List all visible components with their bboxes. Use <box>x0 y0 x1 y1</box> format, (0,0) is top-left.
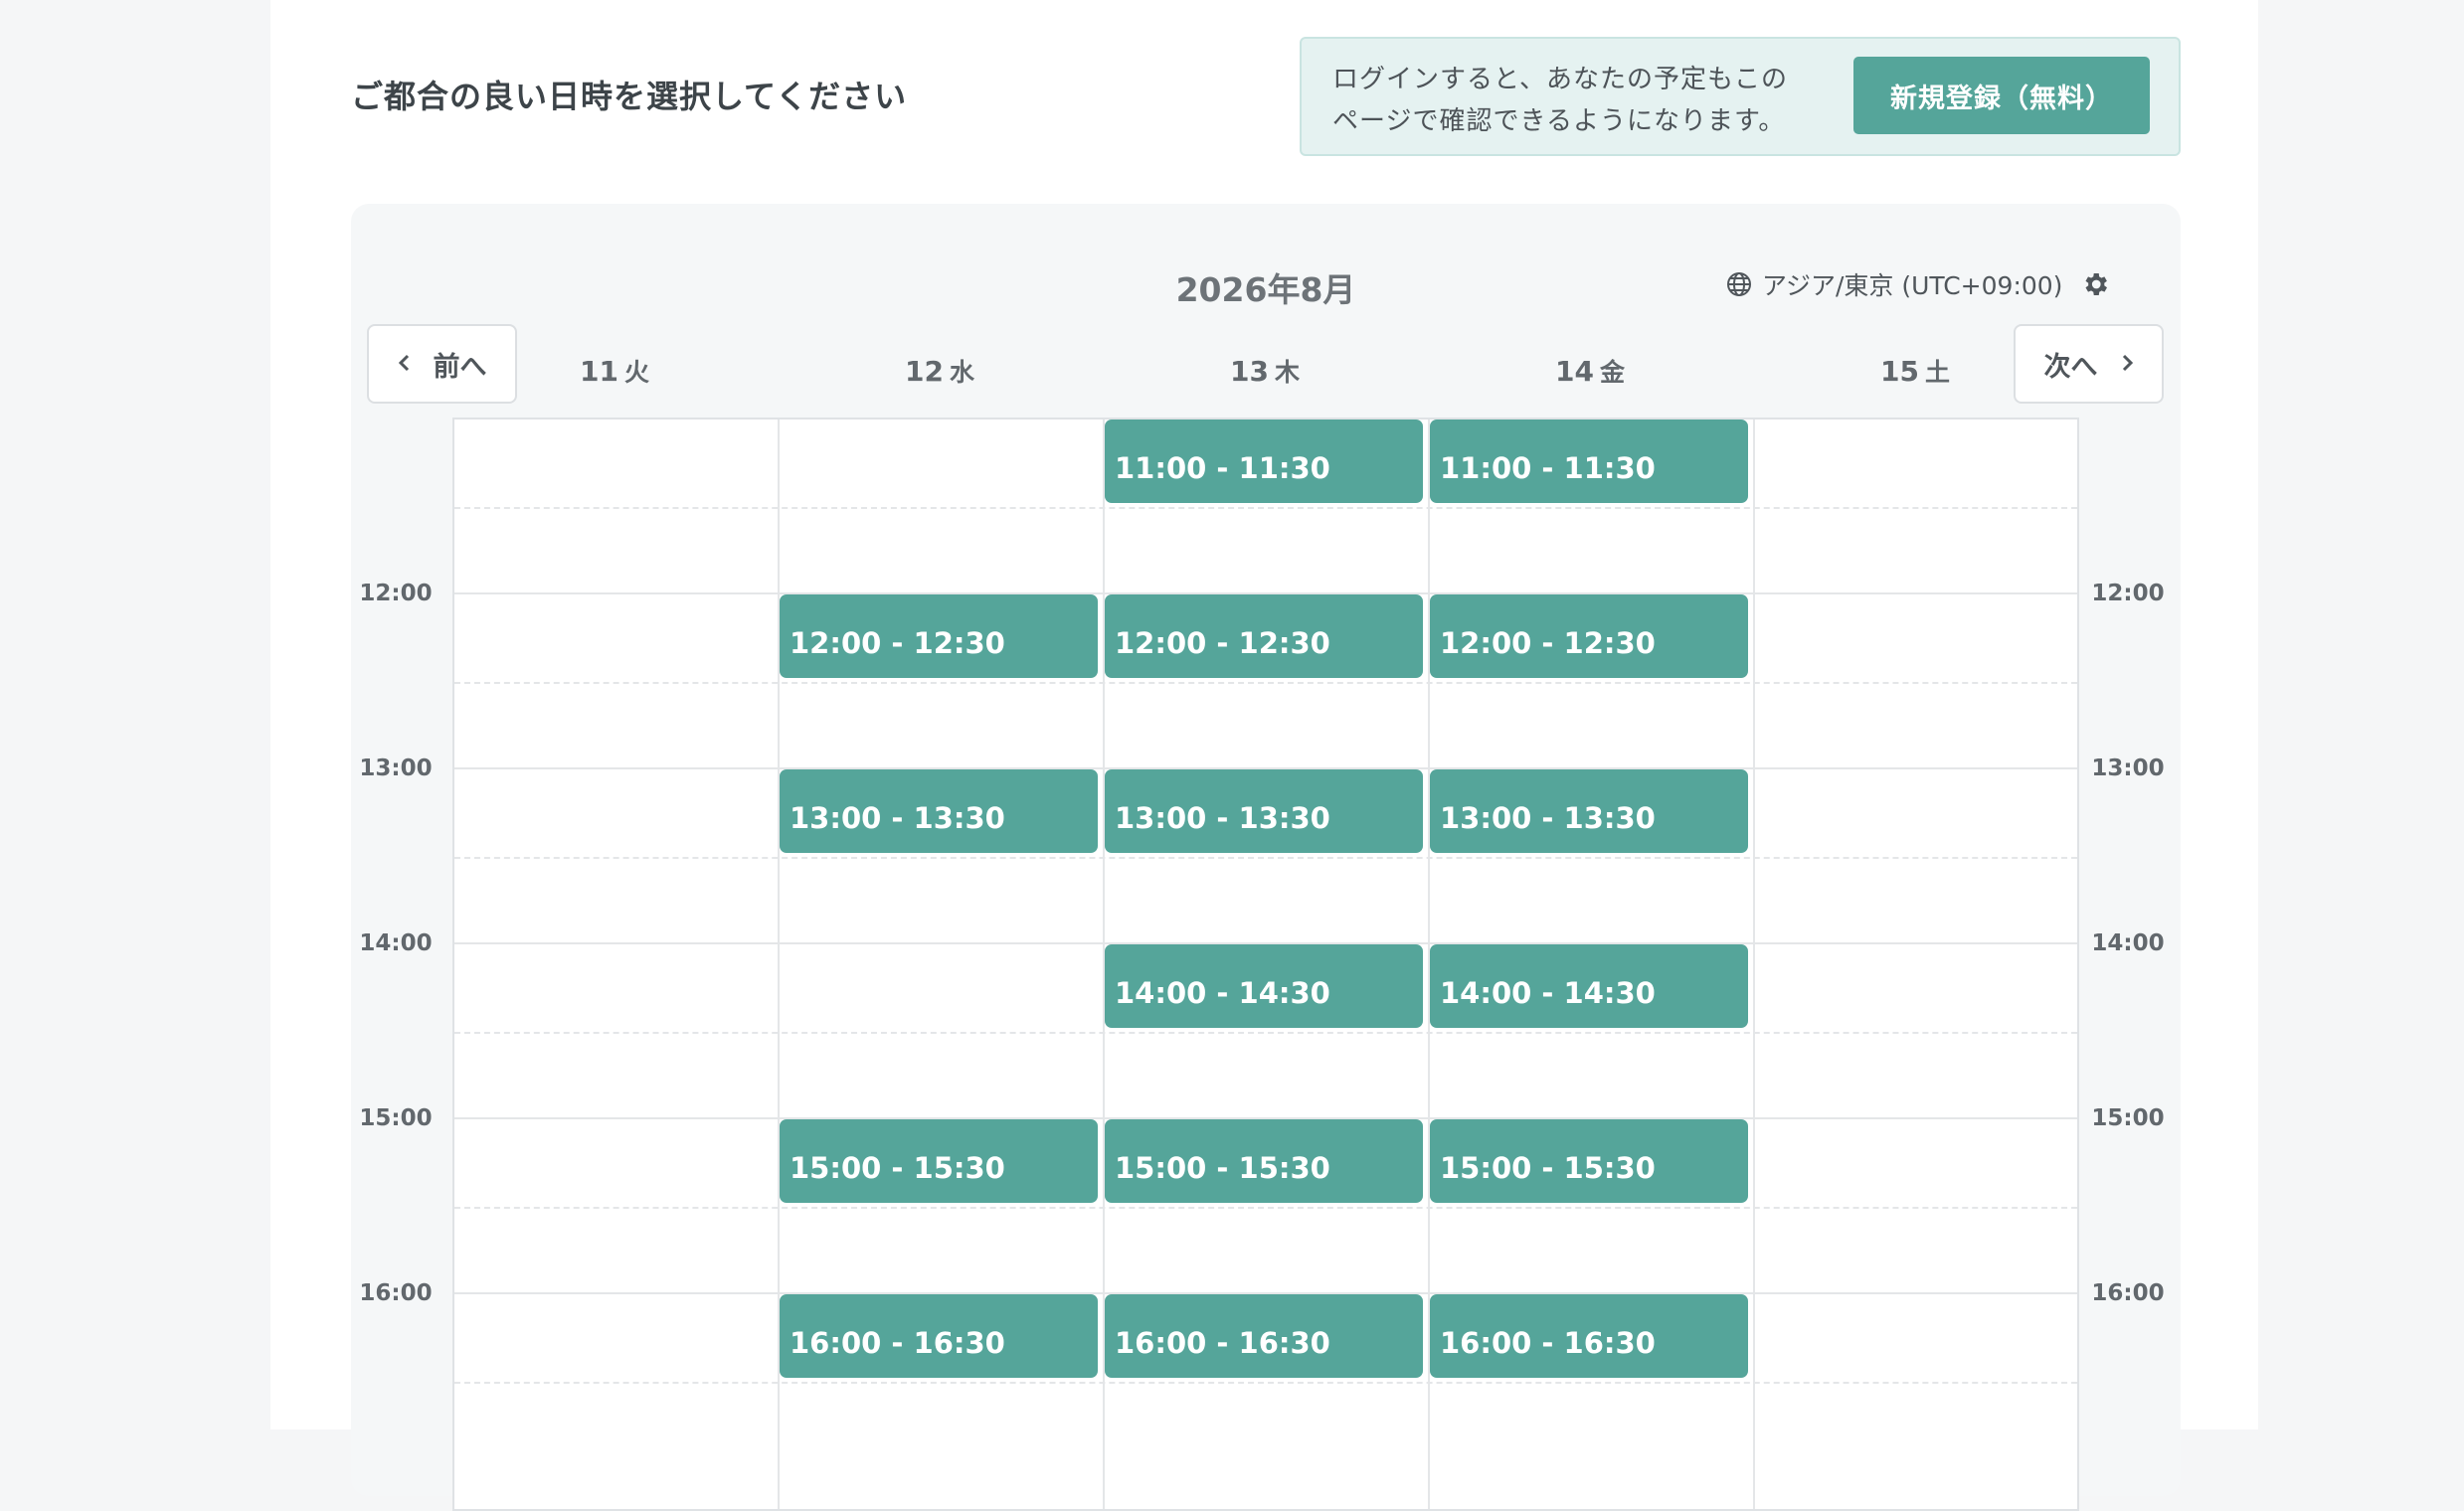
time-slot-button[interactable]: 13:00 - 13:30 <box>1430 769 1748 853</box>
time-slot-button[interactable]: 15:00 - 15:30 <box>1430 1119 1748 1203</box>
time-slot-button[interactable]: 12:00 - 12:30 <box>780 594 1098 678</box>
time-slot-button[interactable]: 13:00 - 13:30 <box>780 769 1098 853</box>
time-label: 14:00 <box>359 930 433 956</box>
day-header: 15 土 <box>1753 353 2077 389</box>
day-header: 12 水 <box>778 353 1102 389</box>
grid-halfhour-line <box>454 682 2077 684</box>
time-label: 15:00 <box>2091 1105 2165 1131</box>
day-date: 15 <box>1880 355 1919 388</box>
time-slot-button[interactable]: 15:00 - 15:30 <box>780 1119 1098 1203</box>
chevron-right-icon <box>2120 349 2134 380</box>
day-header: 13 木 <box>1103 353 1427 389</box>
time-slot-button[interactable]: 13:00 - 13:30 <box>1105 769 1423 853</box>
timezone-label: アジア/東京 (UTC+09:00) <box>1762 271 2063 300</box>
time-slot-button[interactable]: 16:00 - 16:30 <box>1430 1294 1748 1378</box>
time-slot-button[interactable]: 14:00 - 14:30 <box>1430 944 1748 1028</box>
time-label: 16:00 <box>2091 1280 2165 1306</box>
time-label: 16:00 <box>359 1280 433 1306</box>
grid-divider <box>1753 420 1755 1509</box>
time-slot-button[interactable]: 12:00 - 12:30 <box>1430 594 1748 678</box>
time-slot-button[interactable]: 15:00 - 15:30 <box>1105 1119 1423 1203</box>
gear-icon[interactable] <box>2080 269 2110 299</box>
calendar: 2026年8月 アジア/東京 (UTC+09:00) 前へ 次へ 11 火 12… <box>351 204 2181 1511</box>
login-notice: ログインすると、あなたの予定もこの ページで確認できるようになります。 新規登録… <box>1300 37 2181 156</box>
day-date: 14 <box>1555 355 1594 388</box>
grid-halfhour-line <box>454 1207 2077 1209</box>
time-label: 12:00 <box>359 581 433 606</box>
day-of-week: 水 <box>949 358 974 387</box>
grid-halfhour-line <box>454 1032 2077 1034</box>
time-slot-button[interactable]: 14:00 - 14:30 <box>1105 944 1423 1028</box>
time-label: 12:00 <box>2091 581 2165 606</box>
time-slot-button[interactable]: 16:00 - 16:30 <box>780 1294 1098 1378</box>
grid-halfhour-line <box>454 857 2077 859</box>
time-slot-button[interactable]: 11:00 - 11:30 <box>1430 420 1748 503</box>
login-notice-line-2: ページで確認できるようになります。 <box>1332 106 1786 136</box>
day-of-week: 木 <box>1274 358 1300 387</box>
time-slot-button[interactable]: 11:00 - 11:30 <box>1105 420 1423 503</box>
day-of-week: 土 <box>1924 358 1950 387</box>
day-header: 14 金 <box>1428 353 1752 389</box>
grid-halfhour-line <box>454 1382 2077 1384</box>
time-slot-button[interactable]: 12:00 - 12:30 <box>1105 594 1423 678</box>
globe-icon <box>1726 271 1752 297</box>
day-date: 11 <box>580 355 618 388</box>
login-notice-line-1: ログインすると、あなたの予定もこの <box>1332 65 1788 94</box>
day-of-week: 金 <box>1599 358 1625 387</box>
chevron-left-icon <box>398 349 412 380</box>
day-date: 12 <box>905 355 944 388</box>
grid-halfhour-line <box>454 507 2077 509</box>
time-label: 15:00 <box>359 1105 433 1131</box>
day-date: 13 <box>1230 355 1269 388</box>
time-label: 13:00 <box>2091 756 2165 781</box>
time-label: 14:00 <box>2091 930 2165 956</box>
timezone-selector: アジア/東京 (UTC+09:00) <box>1726 269 2110 300</box>
time-slot-button[interactable]: 16:00 - 16:30 <box>1105 1294 1423 1378</box>
page: ご都合の良い日時を選択してください ログインすると、あなたの予定もこの ページで… <box>270 0 2258 1511</box>
login-notice-text: ログインすると、あなたの予定もこの ページで確認できるようになります。 <box>1332 59 1840 142</box>
schedule-grid: 11:00 - 11:30 11:00 - 11:30 12:00 - 12:3… <box>452 418 2079 1511</box>
page-title: ご都合の良い日時を選択してください <box>351 78 908 115</box>
time-label: 13:00 <box>359 756 433 781</box>
day-of-week: 火 <box>623 358 649 387</box>
day-header: 11 火 <box>452 353 777 389</box>
signup-button[interactable]: 新規登録（無料） <box>1853 57 2150 134</box>
